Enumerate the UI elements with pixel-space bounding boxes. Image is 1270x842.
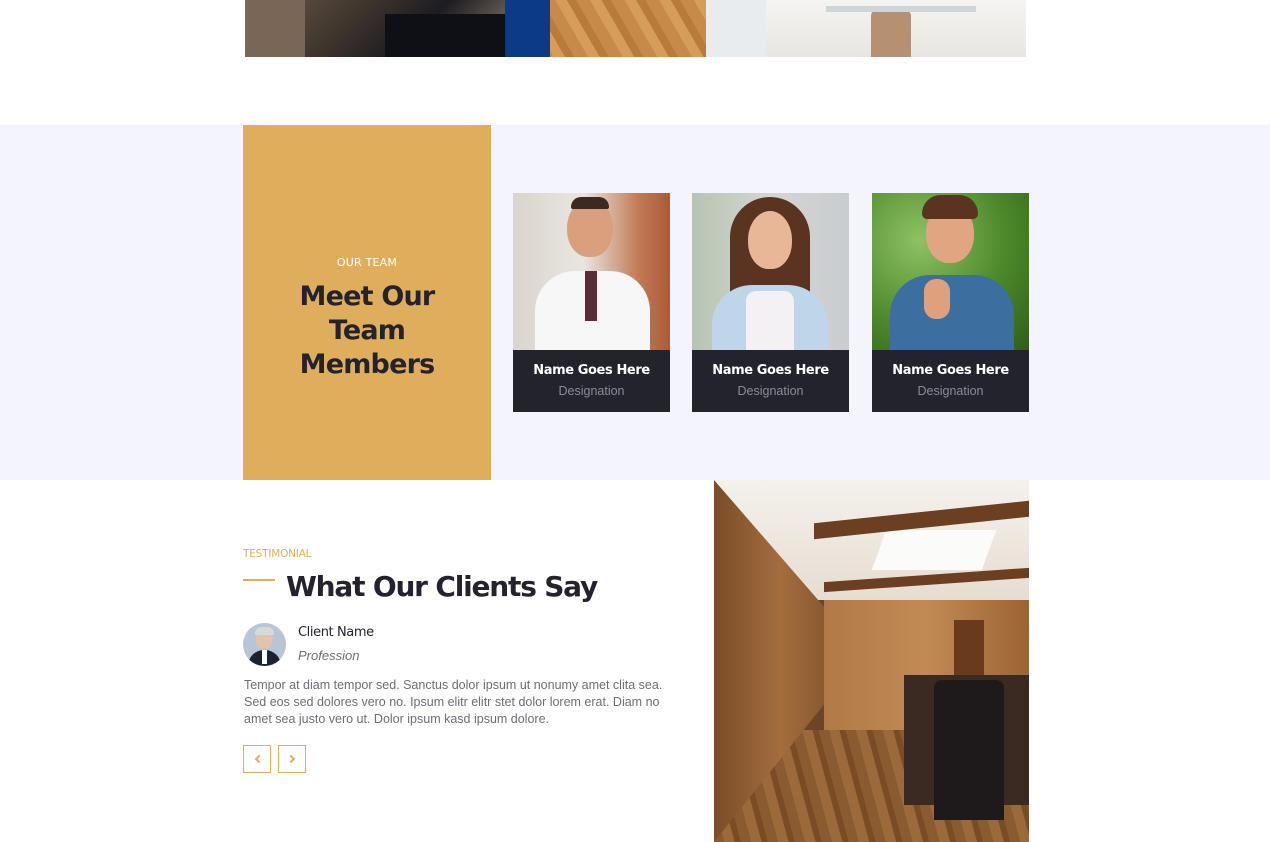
team-member-card[interactable]: Name Goes Here Designation xyxy=(872,193,1029,412)
team-heading: Meet Our Team Members xyxy=(299,281,436,380)
testimonial-heading: What Our Clients Say xyxy=(286,570,598,603)
team-member-photo xyxy=(692,193,849,350)
team-member-name: Name Goes Here xyxy=(533,363,650,378)
team-member-name: Name Goes Here xyxy=(712,363,829,378)
testimonial-quote: Tempor at diam tempor sed. Sanctus dolor… xyxy=(244,678,663,726)
team-member-designation: Designation xyxy=(558,384,625,398)
team-member-designation: Designation xyxy=(737,384,804,398)
team-member-designation: Designation xyxy=(917,384,984,398)
team-member-card[interactable]: Name Goes Here Designation xyxy=(692,193,849,412)
testimonial-next-button[interactable] xyxy=(278,745,306,773)
testimonial-divider xyxy=(243,579,275,581)
team-member-info: Name Goes Here Designation xyxy=(692,350,849,412)
testimonial-prev-button[interactable] xyxy=(243,745,271,773)
kitchen-showcase-image xyxy=(714,480,1029,842)
chevron-left-icon xyxy=(254,754,263,764)
team-section: OUR TEAM Meet Our Team Members Name Goes… xyxy=(0,125,1270,480)
team-member-photo xyxy=(513,193,670,350)
chevron-right-icon xyxy=(286,754,295,764)
team-member-info: Name Goes Here Designation xyxy=(872,350,1029,412)
team-member-name: Name Goes Here xyxy=(892,363,1009,378)
client-profession: Profession xyxy=(298,648,360,663)
client-name: Client Name xyxy=(298,625,374,640)
team-eyebrow: OUR TEAM xyxy=(336,256,398,269)
gallery-image-lounge-table[interactable] xyxy=(765,0,1026,57)
team-member-info: Name Goes Here Designation xyxy=(513,350,670,412)
team-member-card[interactable]: Name Goes Here Designation xyxy=(513,193,670,412)
testimonial-eyebrow: TESTIMONIAL xyxy=(243,548,312,560)
team-intro-panel: OUR TEAM Meet Our Team Members xyxy=(243,125,491,480)
client-avatar xyxy=(243,623,286,666)
project-gallery-strip xyxy=(245,0,1026,57)
gallery-image-living-room[interactable] xyxy=(245,0,506,57)
team-member-photo xyxy=(872,193,1029,350)
gallery-image-dining-hall[interactable] xyxy=(505,0,766,57)
